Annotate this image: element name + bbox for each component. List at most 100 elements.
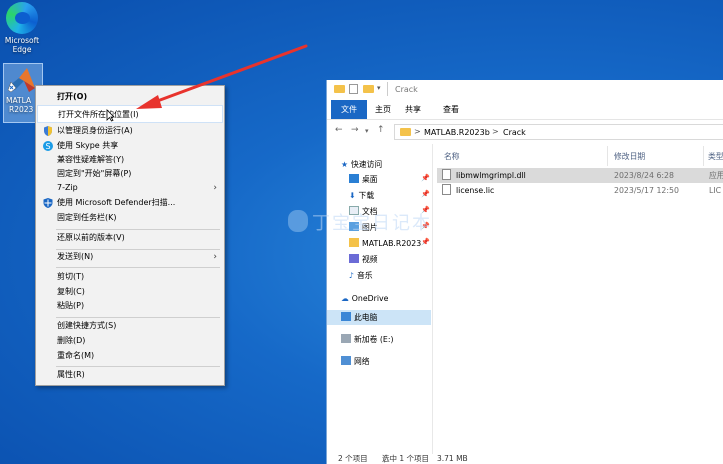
folder-icon: [400, 128, 411, 137]
forward-arrow-icon[interactable]: →: [351, 125, 359, 135]
recent-locations-icon[interactable]: ▾: [365, 127, 369, 135]
nav-this-pc[interactable]: 此电脑: [327, 310, 431, 325]
file-name: libmwlmgrimpl.dll: [456, 171, 526, 180]
pin-icon: 📌: [421, 238, 430, 246]
nav-label: MATLAB.R2023: [362, 239, 422, 248]
nav-label: 桌面: [362, 175, 378, 184]
file-explorer-window: ▾ Crack 文件 主页 共享 查看 ← → ▾ ↑ > MATLAB.R20…: [326, 80, 723, 464]
pin-icon: 📌: [421, 190, 430, 198]
nav-volume-e[interactable]: 新加卷 (E:): [341, 332, 394, 347]
tab-file[interactable]: 文件: [331, 100, 367, 119]
title-bar: ▾ Crack: [327, 80, 723, 100]
nav-item-videos[interactable]: 视频: [349, 252, 378, 267]
column-divider: [703, 146, 704, 166]
nav-item-downloads[interactable]: ⬇ 下载: [349, 188, 374, 203]
desktop-icon: [349, 174, 359, 183]
nav-network[interactable]: 网络: [341, 354, 370, 369]
menu-item-rename[interactable]: 重命名(M): [37, 347, 223, 365]
column-header-name[interactable]: 名称: [444, 150, 460, 164]
status-size: 3.71 MB: [437, 454, 468, 463]
nav-item-music[interactable]: ♪ 音乐: [349, 268, 373, 283]
menu-item-properties[interactable]: 属性(R): [37, 366, 223, 384]
menu-item-label: 打开(O): [57, 92, 88, 101]
file-type: 应用: [709, 171, 723, 180]
menu-item-send-to[interactable]: 发送到(N) ›: [37, 248, 223, 266]
menu-item-label: 属性(R): [57, 370, 85, 379]
up-arrow-icon[interactable]: ↑: [377, 125, 385, 135]
nav-label: 新加卷 (E:): [354, 335, 394, 344]
menu-item-label: 粘贴(P): [57, 301, 85, 310]
column-header-date[interactable]: 修改日期: [614, 150, 645, 164]
edge-icon: [6, 2, 38, 34]
file-date: 2023/8/24 6:28: [614, 171, 674, 180]
nav-label: 视频: [362, 255, 378, 264]
nav-label: 此电脑: [354, 313, 378, 322]
nav-label: OneDrive: [351, 294, 389, 303]
breadcrumb-separator: >: [492, 127, 499, 136]
star-icon: ★: [341, 160, 348, 169]
nav-label: 快速访问: [351, 160, 383, 169]
file-type: LIC: [709, 186, 722, 195]
customize-quick-access-icon[interactable]: ▾: [377, 84, 381, 92]
back-arrow-icon[interactable]: ←: [335, 125, 343, 135]
download-icon: ⬇: [349, 191, 356, 200]
file-date: 2023/5/17 12:50: [614, 186, 679, 195]
svg-text:S: S: [45, 142, 50, 151]
breadcrumb-item-crack[interactable]: Crack: [503, 128, 526, 137]
chevron-right-icon: ›: [213, 252, 217, 262]
network-icon: [341, 356, 351, 365]
desktop-icon-label: Edge: [12, 45, 32, 54]
mouse-cursor-icon: [106, 109, 115, 124]
menu-item-label: 发送到(N): [57, 252, 94, 261]
ribbon-tabs: 文件 主页 共享 查看: [327, 100, 723, 120]
tab-share[interactable]: 共享: [399, 100, 427, 119]
drive-icon: [341, 334, 351, 343]
window-title: Crack: [395, 85, 418, 94]
computer-icon: [341, 312, 351, 321]
matlab-icon: [7, 66, 37, 94]
file-row[interactable]: libmwlmgrimpl.dll 2023/8/24 6:28 应用: [437, 168, 723, 183]
status-selected: 选中 1 个项目: [382, 454, 430, 463]
status-bar: 2 个项目 | 选中 1 个项目 3.71 MB: [327, 454, 723, 464]
shield-uac-icon: [42, 125, 54, 137]
defender-icon: [42, 197, 54, 209]
address-row: ← → ▾ ↑ > MATLAB.R2023b > Crack: [327, 120, 723, 144]
tab-view[interactable]: 查看: [437, 100, 465, 119]
menu-item-restore-versions[interactable]: 还原以前的版本(V): [37, 229, 223, 247]
menu-item-pin-to-taskbar[interactable]: 固定到任务栏(K): [37, 209, 223, 227]
column-header-type[interactable]: 类型: [708, 150, 723, 164]
pin-icon: 📌: [421, 174, 430, 182]
desktop-icon-edge[interactable]: Microsoft Edge: [1, 0, 43, 54]
menu-item-paste[interactable]: 粘贴(P): [37, 297, 223, 315]
music-icon: ♪: [349, 271, 354, 280]
nav-quick-access[interactable]: ★ 快速访问: [341, 157, 382, 172]
column-divider: [607, 146, 608, 166]
video-icon: [349, 254, 359, 263]
title-divider: [387, 82, 388, 96]
file-row[interactable]: license.lic 2023/5/17 12:50 LIC: [437, 183, 723, 198]
watermark-text: 丁宝宝日记本: [312, 213, 432, 234]
desktop-icon-label: Microsoft: [4, 36, 40, 45]
menu-item-label: 还原以前的版本(V): [57, 233, 125, 242]
context-menu: 打开(O) 打开文件所在的位置(I) 以管理员身份运行(A) S 使用 Skyp…: [35, 85, 225, 386]
status-item-count: 2 个项目: [338, 454, 368, 463]
address-bar[interactable]: > MATLAB.R2023b > Crack: [394, 124, 723, 140]
menu-item-label: 重命名(M): [57, 351, 95, 360]
nav-label: 网络: [354, 357, 370, 366]
menu-item-open[interactable]: 打开(O): [37, 88, 223, 106]
menu-item-open-file-location[interactable]: 打开文件所在的位置(I): [37, 105, 223, 123]
navigation-pane: ★ 快速访问 桌面 📌 ⬇ 下载 📌 文档 📌 图片 📌 MATLAB.R2023 …: [327, 144, 433, 454]
properties-quick-icon[interactable]: [349, 84, 358, 94]
folder-icon: [349, 238, 359, 247]
watermark-logo: [288, 210, 308, 232]
new-folder-quick-icon[interactable]: [363, 85, 374, 94]
nav-label: 下载: [358, 191, 375, 200]
tab-home[interactable]: 主页: [369, 100, 397, 119]
cloud-icon: ☁: [341, 294, 349, 303]
breadcrumb-separator: >: [414, 127, 421, 136]
nav-item-matlab-folder[interactable]: MATLAB.R2023: [349, 236, 421, 251]
folder-icon: [334, 85, 345, 94]
nav-item-desktop[interactable]: 桌面: [349, 172, 378, 187]
nav-onedrive[interactable]: ☁ OneDrive: [341, 291, 388, 306]
breadcrumb-item-matlab[interactable]: MATLAB.R2023b: [424, 128, 490, 137]
